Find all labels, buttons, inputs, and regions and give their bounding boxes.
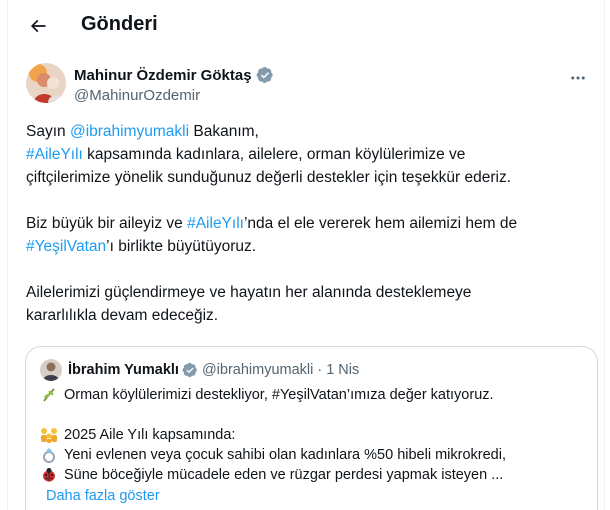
quoted-display-name[interactable]: İbrahim Yumaklı [68,362,179,378]
quoted-text-line: Orman köylülerimizi destekliyor, #YeşilV… [64,387,494,403]
show-more-link[interactable]: Daha fazla göster [46,488,160,504]
hashtag-link[interactable]: #YeşilVatan [26,238,106,255]
quoted-line: 2025 Aile Yılı kapsamında: [40,425,585,445]
quoted-line: Orman köylülerimizi destekliyor, #YeşilV… [40,385,585,405]
quoted-line: Süne böceğiyle mücadele eden ve rüzgar p… [40,465,585,485]
text-segment: Biz büyük bir aileyiz ve [26,215,188,232]
quoted-timestamp[interactable]: 1 Nis [326,362,359,378]
author-name-row: Mahinur Özdemir Göktaş [74,66,274,84]
top-bar: Gönderi [8,0,604,52]
text-segment: kapsamında kadınlara, ailelere, orman kö… [82,146,466,163]
quoted-line: Yeni evlenen veya çocuk sahibi olan kadı… [40,445,585,465]
post-detail-column: Gönderi Mahinur Özdemir Göktaş @MahinurO… [7,0,605,510]
quoted-post-card[interactable]: İbrahim Yumaklı @ibrahimyumakli · 1 Nis [25,346,598,510]
author-display-name[interactable]: Mahinur Özdemir Göktaş [74,67,252,84]
text-segment: Bakanım, [189,123,259,140]
author-handle[interactable]: @MahinurOzdemir [74,87,200,104]
avatar-photo-icon [26,63,66,103]
more-options-button[interactable] [566,68,590,88]
page-title: Gönderi [81,13,158,35]
quoted-text-line: Süne böceğiyle mücadele eden ve rüzgar p… [64,467,504,483]
quoted-post-text: Orman köylülerimizi destekliyor, #YeşilV… [40,385,585,485]
arrow-left-icon [30,19,46,33]
avatar[interactable] [26,63,66,103]
verified-badge-icon [182,362,198,378]
hashtag-link[interactable]: #AileYılı [187,215,244,232]
post-line: #YeşilVatan’ı birlikte büyütüyoruz. [26,235,591,258]
quoted-text-line: Yeni evlenen veya çocuk sahibi olan kadı… [64,447,506,463]
text-segment: Sayın [26,123,70,140]
more-horizontal-icon [571,76,585,80]
quoted-avatar-photo-icon [40,359,62,381]
separator-dot: · [317,362,323,378]
post-line: Biz büyük bir aileyiz ve #AileYılı’nda e… [26,212,591,235]
post-line: Ailelerimizi güçlendirmeye ve hayatın he… [26,284,472,301]
quoted-avatar[interactable] [40,359,62,381]
post-line: #AileYılı kapsamında kadınlara, ailelere… [26,143,591,166]
post-line: çiftçilerimize yönelik sunduğunuz değerl… [26,169,512,186]
back-button[interactable] [24,12,52,40]
post-text: Sayın @ibrahimyumakli Bakanım, #AileYılı… [26,120,591,327]
sprout-emoji-icon [40,386,58,404]
quoted-post-header: İbrahim Yumaklı @ibrahimyumakli · 1 Nis [40,359,359,381]
post-line: kararlılıkla devam edeceğiz. [26,307,219,324]
post-line: Sayın @ibrahimyumakli Bakanım, [26,120,591,143]
quoted-handle[interactable]: @ibrahimyumakli [202,362,313,378]
hashtag-link[interactable]: #AileYılı [26,146,83,163]
ring-emoji-icon [40,446,58,464]
verified-badge-icon [256,66,274,84]
post-author: Mahinur Özdemir Göktaş @MahinurOzdemir [8,60,604,110]
ladybug-emoji-icon [40,466,58,484]
family-emoji-icon [40,426,58,444]
text-segment: ’ı birlikte büyütüyoruz. [106,238,257,255]
text-segment: ’nda el ele vererek hem ailemizi hem de [243,215,518,232]
mention-link[interactable]: @ibrahimyumakli [70,123,189,140]
quoted-text-line: 2025 Aile Yılı kapsamında: [64,427,236,443]
